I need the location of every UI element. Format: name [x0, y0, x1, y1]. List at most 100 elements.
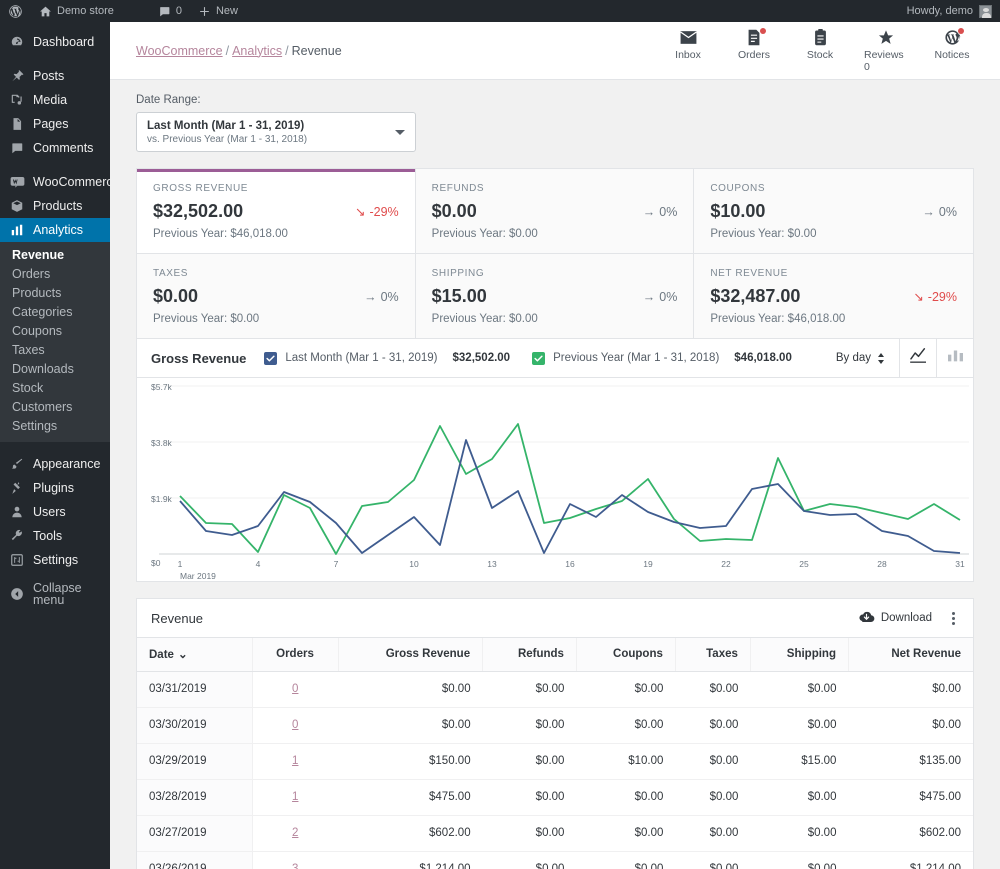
header-orders-button[interactable]: Orders	[732, 27, 776, 73]
chart-type-line-button[interactable]	[899, 339, 936, 377]
sidebar-item-woocommerce[interactable]: WooCommerce	[0, 170, 120, 194]
sidebar-item-posts[interactable]: Posts	[0, 64, 110, 88]
sidebar-item-label: Products	[33, 198, 83, 213]
column-header-taxes[interactable]: Taxes	[675, 638, 751, 672]
header-reviews-button[interactable]: Reviews 0	[864, 29, 908, 73]
cell-orders: 0	[252, 707, 338, 744]
breadcrumb-analytics[interactable]: Analytics	[232, 44, 282, 58]
sidebar-item-tools[interactable]: Tools	[0, 524, 110, 548]
cell-taxes: $0.00	[675, 743, 751, 780]
cell-net-revenue: $135.00	[848, 743, 973, 780]
summary-card-refunds[interactable]: Refunds $0.00 → 0% Previous Year: $0.00	[415, 169, 695, 254]
sidebar-item-orders[interactable]: Orders	[0, 265, 110, 284]
sidebar-item-label: Dashboard	[33, 34, 95, 49]
summary-card-gross-revenue[interactable]: Gross Revenue $32,502.00 ↘ -29% Previous…	[137, 169, 416, 254]
svg-text:4: 4	[256, 559, 261, 569]
legend-item-previous[interactable]: Previous Year (Mar 1 - 31, 2018) $46,018…	[532, 351, 792, 365]
download-button[interactable]: Download	[858, 610, 932, 626]
column-header-gross-revenue[interactable]: Gross Revenue	[338, 638, 484, 672]
summary-card-net-revenue[interactable]: Net Revenue $32,487.00 ↘ -29% Previous Y…	[694, 254, 973, 338]
cell-date: 03/31/2019	[137, 671, 253, 708]
sidebar-item-coupons[interactable]: Coupons	[0, 322, 110, 341]
orders-link[interactable]: 0	[292, 719, 298, 731]
sidebar-item-analytics[interactable]: Analytics	[0, 218, 110, 242]
column-header-date[interactable]: Date ⌄	[137, 638, 253, 672]
orders-link[interactable]: 3	[292, 863, 298, 869]
cell-taxes: $0.00	[675, 671, 751, 708]
summary-card-previous: Previous Year: $46,018.00	[710, 313, 846, 325]
sidebar-item-settings[interactable]: Settings	[0, 548, 110, 572]
sidebar-item-media[interactable]: Media	[0, 88, 110, 112]
sidebar-item-pages[interactable]: Pages	[0, 112, 110, 136]
sidebar-item-label: WooCommerce	[33, 174, 120, 189]
sidebar-item-label: Settings	[33, 552, 79, 567]
breadcrumb-separator: /	[285, 43, 289, 58]
site-name-button[interactable]: Demo store	[31, 0, 122, 22]
header-notices-button[interactable]: Notices	[930, 27, 974, 73]
sidebar-item-revenue[interactable]: Revenue	[0, 246, 110, 265]
orders-link[interactable]: 1	[292, 791, 298, 803]
sidebar-item-dashboard[interactable]: Dashboard	[0, 30, 110, 54]
header-stock-button[interactable]: Stock	[798, 28, 842, 73]
header-icon-group: Inbox Orders Stock Reviews 0 Notices	[666, 27, 974, 73]
date-range-picker[interactable]: Last Month (Mar 1 - 31, 2019) vs. Previo…	[136, 112, 416, 152]
sidebar-item-label: Appearance	[33, 456, 101, 471]
column-header-orders[interactable]: Orders	[252, 638, 339, 672]
chevron-down-icon: ⌄	[177, 649, 188, 662]
sidebar-item-customers[interactable]: Customers	[0, 398, 110, 417]
cell-gross-revenue: $1,214.00	[338, 851, 483, 869]
site-name-label: Demo store	[57, 5, 114, 17]
column-header-coupons[interactable]: Coupons	[576, 638, 676, 672]
avatar[interactable]	[979, 4, 992, 18]
chevron-down-icon	[395, 129, 405, 135]
column-header-refunds[interactable]: Refunds	[482, 638, 577, 672]
interval-selector[interactable]: By day	[836, 352, 899, 364]
chart-area[interactable]: $5.7k $3.8k $1.9k $0 1 4 7 10 13 16 19 2…	[137, 378, 973, 581]
sidebar-item-stock[interactable]: Stock	[0, 379, 110, 398]
howdy-label[interactable]: Howdy, demo	[907, 5, 973, 17]
cell-shipping: $15.00	[750, 743, 849, 780]
sidebar-item-label: Users	[33, 504, 66, 519]
checkbox-checked-icon[interactable]	[532, 351, 546, 365]
legend-item-current[interactable]: Last Month (Mar 1 - 31, 2019) $32,502.00	[264, 351, 510, 365]
box-icon	[9, 198, 25, 214]
collapse-menu-button[interactable]: Collapse menu	[0, 581, 110, 606]
summary-card-taxes[interactable]: Taxes $0.00 → 0% Previous Year: $0.00	[137, 254, 416, 338]
comments-button[interactable]: 0	[150, 0, 190, 22]
sidebar-item-products[interactable]: Products	[0, 194, 110, 218]
sidebar-item-appearance[interactable]: Appearance	[0, 452, 110, 476]
admin-bar: Demo store 0 New Howdy, demo	[0, 0, 1000, 22]
header-inbox-button[interactable]: Inbox	[666, 29, 710, 73]
sidebar-item-downloads[interactable]: Downloads	[0, 360, 110, 379]
orders-link[interactable]: 0	[292, 683, 298, 695]
cell-date: 03/29/2019	[137, 743, 253, 780]
kebab-menu-icon[interactable]	[946, 608, 961, 629]
brush-icon	[9, 456, 25, 472]
column-header-net-revenue[interactable]: Net Revenue	[848, 638, 973, 672]
chart-type-bar-button[interactable]	[936, 339, 973, 377]
checkbox-checked-icon[interactable]	[264, 351, 278, 365]
new-content-button[interactable]: New	[190, 0, 246, 22]
sidebar-item-label: Tools	[33, 528, 63, 543]
summary-card-shipping[interactable]: Shipping $15.00 → 0% Previous Year: $0.0…	[415, 254, 695, 338]
admin-sidebar: Dashboard Posts Media Pages Comments Woo…	[0, 22, 120, 869]
chart-title: Gross Revenue	[151, 350, 247, 366]
sidebar-item-users[interactable]: Users	[0, 500, 110, 524]
orders-link[interactable]: 1	[292, 755, 298, 767]
sidebar-item-plugins[interactable]: Plugins	[0, 476, 110, 500]
wp-logo-button[interactable]	[0, 0, 31, 22]
sliders-icon	[9, 552, 25, 568]
sidebar-item-settings-analytics[interactable]: Settings	[0, 417, 110, 436]
summary-card-delta-value: 0%	[659, 204, 678, 219]
summary-card-coupons[interactable]: Coupons $10.00 → 0% Previous Year: $0.00	[694, 169, 973, 254]
sidebar-item-products-analytics[interactable]: Products	[0, 284, 110, 303]
sidebar-item-comments[interactable]: Comments	[0, 136, 110, 160]
summary-card-title: Shipping	[431, 268, 485, 279]
sidebar-item-categories[interactable]: Categories	[0, 303, 110, 322]
user-icon	[9, 504, 25, 520]
column-header-shipping[interactable]: Shipping	[750, 638, 849, 672]
header-icon-label: Stock	[806, 48, 834, 61]
orders-link[interactable]: 2	[292, 827, 298, 839]
sidebar-item-taxes[interactable]: Taxes	[0, 341, 110, 360]
breadcrumb-woocommerce[interactable]: WooCommerce	[136, 44, 223, 58]
